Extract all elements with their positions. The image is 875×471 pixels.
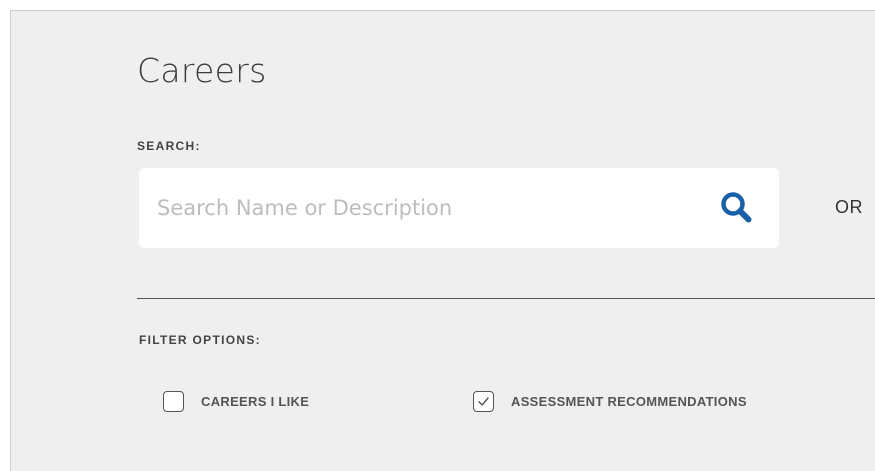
checkmark-icon <box>478 396 489 406</box>
filter-assessment-recommendations[interactable]: ASSESSMENT RECOMMENDATIONS <box>473 389 747 413</box>
search-input[interactable] <box>157 188 697 228</box>
careers-panel: Careers SEARCH: OR FILTER OPTIONS: CAREE… <box>10 10 875 471</box>
search-box <box>139 168 779 248</box>
filter-careers-i-like[interactable]: CAREERS I LIKE <box>163 389 309 413</box>
search-label: SEARCH: <box>137 139 201 153</box>
search-icon[interactable] <box>719 190 753 224</box>
page-title: Careers <box>137 51 267 90</box>
filter-option-label: ASSESSMENT RECOMMENDATIONS <box>511 393 747 409</box>
assessment-recommendations-checkbox[interactable] <box>473 390 494 412</box>
filter-options-label: FILTER OPTIONS: <box>139 333 261 347</box>
filter-option-label: CAREERS I LIKE <box>201 393 310 409</box>
divider <box>137 298 875 299</box>
careers-i-like-checkbox[interactable] <box>163 390 184 412</box>
or-separator: OR <box>835 197 863 217</box>
